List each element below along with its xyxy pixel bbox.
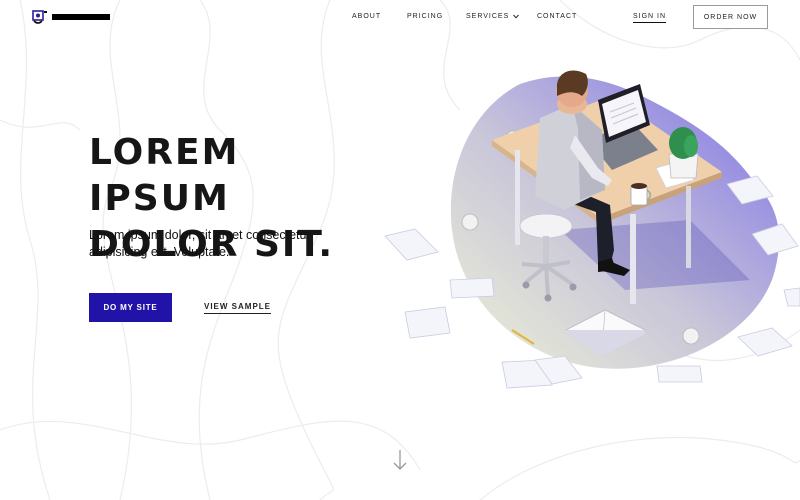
site-header: ABOUT PRICING SERVICES CONTACT SIGN IN O… bbox=[0, 0, 800, 34]
main-nav: ABOUT PRICING SERVICES CONTACT SIGN IN bbox=[0, 13, 800, 23]
view-sample-link[interactable]: VIEW SAMPLE bbox=[204, 302, 272, 314]
sign-in-link[interactable]: SIGN IN bbox=[633, 13, 667, 23]
nav-pricing[interactable]: PRICING bbox=[407, 13, 443, 20]
nav-services[interactable]: SERVICES bbox=[466, 13, 520, 20]
nav-about[interactable]: ABOUT bbox=[352, 13, 381, 20]
hero-illustration bbox=[384, 70, 800, 389]
order-now-button[interactable]: ORDER NOW bbox=[693, 5, 768, 29]
do-my-site-button[interactable]: DO MY SITE bbox=[89, 293, 172, 322]
arrow-down-icon[interactable] bbox=[392, 449, 408, 471]
nav-contact[interactable]: CONTACT bbox=[537, 13, 577, 20]
cactus-plant bbox=[668, 127, 699, 179]
nav-services-label: SERVICES bbox=[466, 13, 510, 20]
hero-subtitle: Lorem ipsum dolor, sit amet consectetur … bbox=[89, 228, 311, 259]
hero-title-line-1: LOREM IPSUM bbox=[89, 132, 240, 219]
chevron-down-icon bbox=[513, 14, 520, 19]
